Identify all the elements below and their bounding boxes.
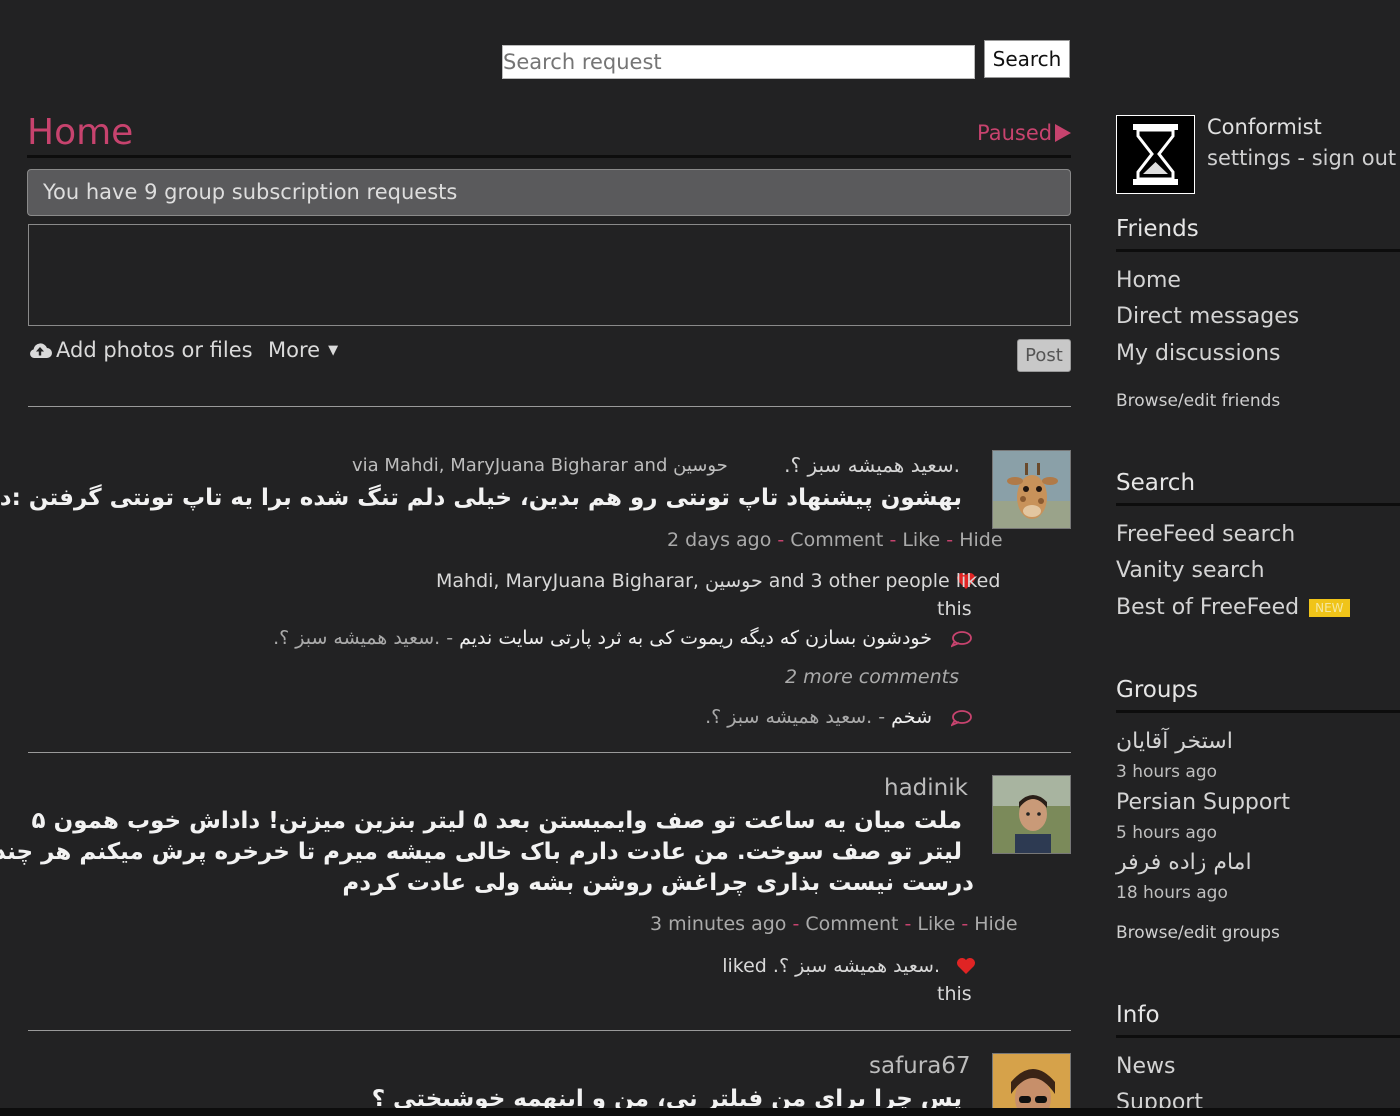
post-body-line: درست نیست بذاری چراغش روشن بشه ولی عادت …	[342, 870, 974, 896]
more-comments-link[interactable]: 2 more comments	[785, 666, 959, 688]
search-button[interactable]: Search	[984, 40, 1070, 78]
groups-heading: Groups	[1116, 677, 1199, 703]
woman-avatar-image	[993, 1054, 1070, 1108]
browse-groups-link[interactable]: Browse/edit groups	[1116, 923, 1280, 943]
post-body-line: ملت میان یه ساعت تو صف وایمیستن بعد ۵ لی…	[31, 808, 962, 834]
comment: خودشون بسازن که دیگه ریموت کی به ثرد پار…	[273, 627, 932, 649]
search-heading: Search	[1116, 470, 1196, 496]
group-timestamp: 3 hours ago	[1116, 762, 1218, 782]
add-photos-label: Add photos or files	[56, 338, 253, 362]
avatar[interactable]	[992, 775, 1071, 854]
comment-text: خودشون بسازن که دیگه ریموت کی به ثرد پار…	[459, 627, 932, 649]
sidebar-item-news[interactable]: News	[1116, 1054, 1175, 1079]
hide-link[interactable]: Hide	[959, 529, 1002, 551]
post-author[interactable]: hadinik	[884, 775, 968, 801]
giraffe-avatar-image	[993, 451, 1070, 528]
sidebar-group-item[interactable]: امام زاده فرفر	[1116, 850, 1252, 875]
man-avatar-image	[993, 776, 1070, 853]
info-heading: Info	[1116, 1002, 1160, 1028]
user-links: settings - sign out	[1207, 146, 1396, 170]
browse-friends-link[interactable]: Browse/edit friends	[1116, 391, 1280, 411]
post-author[interactable]: .سعید همیشه سبز ؟.	[784, 453, 960, 477]
more-menu[interactable]: More ▼	[268, 338, 338, 362]
post-likes-suffix: this	[937, 983, 972, 1005]
username[interactable]: Conformist	[1207, 115, 1322, 139]
comment-bubble-icon	[951, 710, 972, 727]
paused-label: Paused	[977, 121, 1053, 145]
sidebar-group-item[interactable]: استخر آقایان	[1116, 729, 1233, 754]
divider	[1116, 710, 1400, 713]
post-likes[interactable]: .سعید همیشه سبز ؟. liked	[722, 955, 940, 977]
sidebar-item-freefeed-search[interactable]: FreeFeed search	[1116, 522, 1295, 547]
comment-bubble-icon	[951, 631, 972, 648]
hourglass-icon	[1117, 116, 1194, 193]
comment-link[interactable]: Comment	[805, 913, 898, 935]
post-likes-suffix: this	[937, 598, 972, 620]
new-post-textarea[interactable]	[28, 224, 1071, 326]
comment: شخم - .سعید همیشه سبز ؟.	[705, 706, 932, 728]
avatar[interactable]	[992, 450, 1071, 529]
cloud-upload-icon	[30, 343, 52, 358]
post-body-line: لیتر تو صف سوخت. من عادت دارم باک خالی م…	[0, 839, 962, 865]
post-meta: 2 days ago - Comment - Like - Hide	[667, 529, 1003, 551]
sidebar-group-item[interactable]: Persian Support	[1116, 790, 1290, 815]
divider	[28, 1030, 1071, 1031]
post-via: via Mahdi, MaryJuana Bigharar and حوسین	[352, 455, 728, 476]
divider	[1116, 503, 1400, 506]
search-input[interactable]	[502, 45, 975, 79]
subscription-requests-notice[interactable]: You have 9 group subscription requests	[27, 169, 1071, 216]
like-link[interactable]: Like	[917, 913, 955, 935]
new-badge: NEW	[1309, 599, 1350, 617]
group-timestamp: 5 hours ago	[1116, 823, 1218, 843]
post-meta: 3 minutes ago - Comment - Like - Hide	[650, 913, 1018, 935]
divider	[28, 752, 1071, 753]
play-icon	[1055, 124, 1072, 142]
best-of-label: Best of FreeFeed	[1116, 595, 1300, 620]
sign-out-link[interactable]: sign out	[1312, 146, 1396, 170]
hide-link[interactable]: Hide	[974, 913, 1017, 935]
post-button[interactable]: Post	[1017, 339, 1071, 372]
group-timestamp: 18 hours ago	[1116, 883, 1228, 903]
header-divider	[27, 155, 1071, 158]
caret-down-icon: ▼	[328, 343, 339, 358]
post-likes[interactable]: Mahdi, MaryJuana Bigharar, حوسین and 3 o…	[436, 570, 1000, 592]
settings-link[interactable]: settings	[1207, 146, 1291, 170]
more-label: More	[268, 338, 321, 362]
post-timestamp[interactable]: 3 minutes ago	[650, 913, 786, 935]
bottom-edge	[0, 1108, 1400, 1116]
user-avatar[interactable]	[1116, 115, 1195, 194]
avatar[interactable]	[992, 1053, 1071, 1109]
divider	[1116, 1035, 1400, 1038]
like-link[interactable]: Like	[902, 529, 940, 551]
comment-author[interactable]: - .سعید همیشه سبز ؟.	[705, 706, 885, 728]
sidebar-item-vanity-search[interactable]: Vanity search	[1116, 558, 1265, 583]
comment-link[interactable]: Comment	[790, 529, 883, 551]
heart-icon	[957, 958, 975, 974]
sidebar-item-home[interactable]: Home	[1116, 268, 1181, 293]
comment-author[interactable]: - .سعید همیشه سبز ؟.	[273, 627, 453, 649]
divider	[28, 406, 1071, 407]
add-photos-button[interactable]: Add photos or files	[28, 338, 253, 362]
sidebar-item-best-of-freefeed[interactable]: Best of FreeFeed NEW	[1116, 595, 1350, 620]
sidebar-item-direct-messages[interactable]: Direct messages	[1116, 304, 1299, 329]
friends-heading: Friends	[1116, 216, 1199, 242]
comment-text: شخم	[891, 706, 932, 728]
post-body: بهشون پیشنهاد تاپ تونتی رو هم بدین، خیلی…	[0, 485, 962, 511]
paused-toggle[interactable]: Paused	[977, 121, 1072, 145]
post-author[interactable]: safura67	[869, 1053, 971, 1079]
separator: -	[1290, 146, 1312, 170]
sidebar-item-my-discussions[interactable]: My discussions	[1116, 341, 1280, 366]
page-title: Home	[27, 112, 134, 153]
divider	[1116, 249, 1400, 252]
post-timestamp[interactable]: 2 days ago	[667, 529, 771, 551]
